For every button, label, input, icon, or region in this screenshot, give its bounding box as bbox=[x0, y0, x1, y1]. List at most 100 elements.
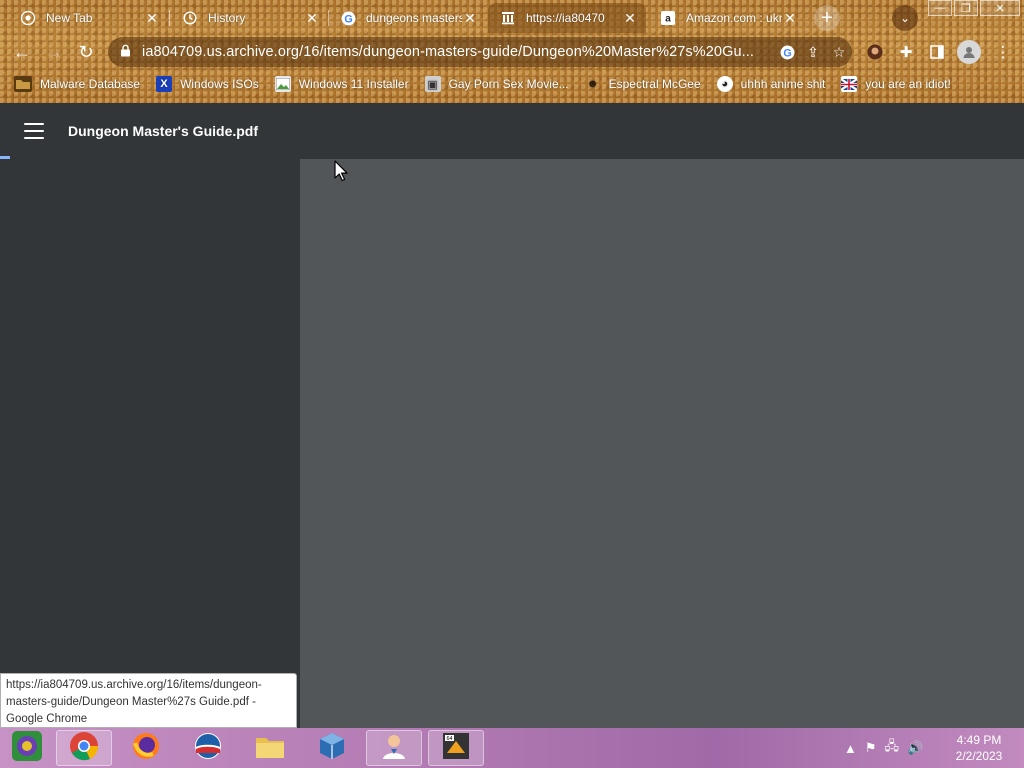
taskbar-clock[interactable]: 4:49 PM 2/2/2023 bbox=[940, 732, 1018, 764]
hamburger-icon bbox=[24, 123, 44, 125]
tab-title: Amazon.com : ukn bbox=[686, 11, 782, 25]
campaign-logo-icon bbox=[193, 731, 223, 766]
restore-icon: ❐ bbox=[961, 2, 971, 15]
extensions-puzzle-icon[interactable]: ✚ bbox=[893, 39, 919, 65]
firefox-icon bbox=[131, 731, 161, 766]
system-tray: ▲ ⚑ 🖧 🔊 bbox=[844, 736, 931, 760]
tab-title: dungeons masters bbox=[366, 11, 462, 25]
lock-icon bbox=[120, 44, 134, 60]
bookmarks-bar: Malware Database X Windows ISOs Windows … bbox=[0, 70, 1024, 98]
taskbar-firefox[interactable] bbox=[118, 730, 174, 766]
tab-title: https://ia80470 bbox=[526, 11, 605, 25]
bookmark-windows-11-installer[interactable]: Windows 11 Installer bbox=[274, 76, 409, 92]
tab-archive-pdf[interactable]: https://ia80470 ✕ bbox=[488, 3, 646, 33]
history-icon bbox=[182, 10, 198, 26]
tab-google-search[interactable]: G dungeons masters ✕ bbox=[328, 3, 486, 33]
address-bar[interactable]: ia804709.us.archive.org/16/items/dungeon… bbox=[108, 37, 852, 67]
extension-avatar-icon[interactable] bbox=[862, 39, 888, 65]
chrome-icon bbox=[69, 731, 99, 766]
bookmark-you-are-an-idiot[interactable]: you are an idiot! bbox=[841, 76, 951, 92]
bookmark-windows-isos[interactable]: X Windows ISOs bbox=[156, 76, 259, 92]
app-tile-icon: 64 bbox=[441, 731, 471, 766]
bookmark-pixel-link[interactable]: ▣ Gay Porn Sex Movie... bbox=[424, 76, 569, 92]
url-text: ia804709.us.archive.org/16/items/dungeon… bbox=[142, 44, 755, 60]
thumbnail-sidebar[interactable] bbox=[0, 159, 300, 728]
network-icon[interactable]: 🖧 bbox=[885, 737, 900, 759]
tab-search-button[interactable]: ⌄ bbox=[892, 5, 918, 31]
kebab-menu-icon[interactable]: ⋮ bbox=[990, 39, 1016, 65]
start-orb-icon bbox=[10, 729, 44, 768]
close-icon[interactable]: ✕ bbox=[144, 10, 160, 26]
arrow-left-icon: ← bbox=[13, 41, 31, 62]
svg-text:a: a bbox=[665, 14, 671, 25]
hamburger-icon-line bbox=[24, 137, 44, 139]
volume-icon[interactable]: 🔊 bbox=[907, 740, 923, 756]
reload-button[interactable]: ↻ bbox=[72, 38, 100, 66]
taskbar-virtualbox[interactable] bbox=[304, 730, 360, 766]
pixel-icon: ▣ bbox=[424, 76, 441, 92]
plus-icon: + bbox=[821, 6, 833, 29]
pdf-document-area[interactable] bbox=[300, 159, 1024, 728]
tab-new-tab[interactable]: New Tab ✕ bbox=[8, 3, 168, 33]
tab-history[interactable]: History ✕ bbox=[170, 3, 328, 33]
flag-icon bbox=[841, 76, 858, 92]
taskbar-obama-app[interactable] bbox=[180, 730, 236, 766]
arrow-right-icon: → bbox=[45, 41, 63, 62]
tab-title: History bbox=[208, 11, 246, 25]
pdf-viewer-toolbar: Dungeon Master's Guide.pdf bbox=[0, 103, 1024, 159]
image-icon bbox=[274, 76, 291, 92]
minimize-button[interactable]: — bbox=[928, 0, 952, 16]
star-icon[interactable]: ☆ bbox=[826, 39, 852, 65]
close-icon[interactable]: ✕ bbox=[782, 10, 798, 26]
minimize-icon: — bbox=[934, 2, 946, 14]
close-icon[interactable]: ✕ bbox=[622, 10, 638, 26]
show-hidden-icons-icon[interactable]: ▲ bbox=[844, 741, 857, 756]
back-button[interactable]: ← bbox=[8, 38, 36, 66]
bookmark-anime[interactable]: ◕ uhhh anime shit bbox=[716, 76, 826, 92]
forward-button[interactable]: → bbox=[40, 38, 68, 66]
taskbar-chrome[interactable] bbox=[56, 730, 112, 766]
start-button[interactable] bbox=[0, 730, 54, 766]
bookmark-label: you are an idiot! bbox=[865, 77, 951, 91]
bookmark-label: Espectral McGee bbox=[608, 77, 701, 91]
link-status-tooltip: https://ia804709.us.archive.org/16/items… bbox=[0, 673, 297, 728]
x-icon: X bbox=[156, 76, 173, 92]
google-lens-icon[interactable]: G bbox=[774, 39, 800, 65]
tab-title: New Tab bbox=[46, 11, 93, 25]
taskbar-file-explorer[interactable] bbox=[242, 730, 298, 766]
bookmark-label: Windows ISOs bbox=[180, 77, 259, 91]
bookmark-label: Malware Database bbox=[40, 77, 141, 91]
menu-button[interactable] bbox=[22, 120, 46, 142]
virtualbox-cube-icon bbox=[317, 731, 347, 766]
bookmark-label: uhhh anime shit bbox=[740, 77, 826, 91]
chevron-down-icon: ⌄ bbox=[899, 11, 911, 25]
restore-button[interactable]: ❐ bbox=[954, 0, 978, 16]
action-center-flag-icon[interactable]: ⚑ bbox=[865, 740, 877, 756]
archive-icon bbox=[500, 10, 516, 26]
hamburger-icon-line bbox=[24, 130, 44, 132]
taskbar-64bit-app[interactable]: 64 bbox=[428, 730, 484, 766]
svg-text:G: G bbox=[783, 47, 791, 59]
close-icon[interactable]: ✕ bbox=[462, 10, 478, 26]
close-window-button[interactable]: ✕ bbox=[980, 0, 1020, 16]
document-title: Dungeon Master's Guide.pdf bbox=[68, 123, 259, 139]
taskbar-contact-app[interactable] bbox=[366, 730, 422, 766]
bookmark-malware-database[interactable]: Malware Database bbox=[14, 76, 140, 92]
close-icon[interactable]: ✕ bbox=[304, 10, 320, 26]
profile-avatar-icon[interactable] bbox=[957, 40, 981, 64]
clock-time: 4:49 PM bbox=[956, 733, 1002, 747]
character-icon: ☻ bbox=[586, 78, 599, 90]
malware-folder-icon bbox=[14, 76, 32, 92]
tab-amazon[interactable]: a Amazon.com : ukn ✕ bbox=[648, 3, 806, 33]
new-tab-button[interactable]: + bbox=[814, 5, 840, 31]
bookmark-espectral-mcgee[interactable]: ☻ Espectral McGee bbox=[585, 76, 701, 92]
bookmark-label: Gay Porn Sex Movie... bbox=[448, 77, 569, 91]
share-icon[interactable]: ⇪ bbox=[800, 39, 826, 65]
google-icon: G bbox=[340, 10, 356, 26]
anime-face-icon: ◕ bbox=[716, 76, 733, 92]
reload-icon: ↻ bbox=[78, 41, 94, 62]
side-panel-icon[interactable] bbox=[924, 39, 950, 65]
tab-strip: New Tab ✕ History ✕ G dungeons masters ✕… bbox=[0, 0, 1024, 34]
browser-toolbar: ← → ↻ ia804709.us.archive.org/16/items/d… bbox=[0, 34, 1024, 70]
person-icon bbox=[379, 731, 409, 766]
